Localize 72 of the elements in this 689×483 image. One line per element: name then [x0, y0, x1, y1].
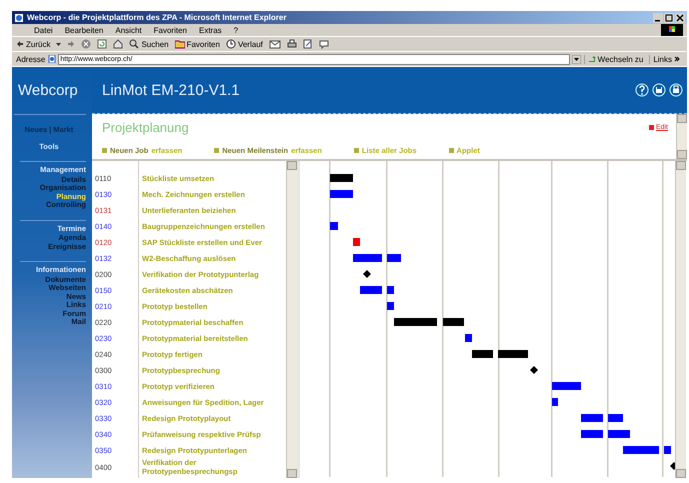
folder-icon — [174, 39, 185, 49]
gantt-bar — [608, 430, 630, 438]
gantt-bar — [330, 190, 353, 198]
menu-item[interactable]: Bearbeiten — [64, 26, 104, 34]
gantt-bar — [387, 254, 401, 262]
bullet-icon — [448, 148, 454, 153]
page-title: Projektplanung — [102, 120, 190, 135]
links-button[interactable]: Links — [649, 54, 683, 64]
browser-logo-icon — [14, 12, 24, 22]
bullet-icon — [102, 148, 107, 153]
menu-item[interactable]: Extras — [198, 26, 222, 34]
gantt-bar — [443, 318, 464, 326]
gantt-bar — [465, 334, 472, 342]
close-icon[interactable] — [675, 12, 685, 22]
gantt-bar — [387, 286, 394, 294]
site-logo[interactable]: Webcorp — [18, 82, 78, 99]
menu-item[interactable]: Ansicht — [115, 26, 142, 34]
address-label: Adresse — [16, 54, 46, 64]
go-arrow-icon — [588, 55, 596, 63]
gantt-bar — [360, 286, 382, 294]
page-icon — [48, 55, 56, 63]
milestone-marker — [530, 366, 538, 374]
gantt-bar — [581, 414, 603, 422]
chevron-icon — [674, 55, 680, 63]
print-icon[interactable] — [669, 83, 683, 97]
search-icon — [129, 39, 140, 49]
gantt-bar — [330, 222, 338, 230]
save-icon[interactable] — [652, 83, 666, 97]
home-icon[interactable] — [113, 39, 124, 49]
scrollbar[interactable] — [676, 114, 687, 159]
scrollbar[interactable] — [286, 161, 297, 478]
back-button[interactable]: Zurück — [16, 40, 50, 48]
edit-icon[interactable] — [302, 39, 313, 49]
scrollbar[interactable] — [675, 161, 686, 478]
discuss-icon[interactable] — [318, 39, 329, 49]
gantt-bar — [353, 238, 360, 246]
go-button[interactable]: Wechseln zu — [584, 54, 646, 64]
history-button[interactable]: Verlauf — [226, 39, 263, 49]
maximize-icon[interactable] — [664, 12, 674, 22]
help-icon[interactable] — [635, 83, 649, 97]
search-button[interactable]: Suchen — [129, 39, 169, 49]
forward-arrow-icon[interactable] — [67, 40, 76, 48]
gantt-bar — [394, 318, 437, 326]
menu-item[interactable]: ? — [234, 26, 238, 34]
caret-icon[interactable] — [56, 40, 62, 48]
print-icon[interactable] — [286, 39, 297, 49]
gantt-bar — [472, 350, 493, 358]
stop-icon[interactable] — [81, 39, 92, 49]
mail-icon[interactable] — [268, 39, 281, 49]
gantt-bar — [387, 302, 394, 310]
favorites-button[interactable]: Favoriten — [174, 39, 220, 49]
gantt-bar — [608, 414, 623, 422]
menu-item[interactable]: Favoriten — [154, 26, 187, 34]
bullet-icon — [214, 148, 220, 153]
minimize-icon[interactable] — [653, 12, 663, 22]
gantt-bar — [353, 254, 382, 262]
gantt-bar — [664, 446, 671, 454]
milestone-marker — [363, 270, 371, 278]
gantt-bar — [330, 174, 353, 182]
menu-item[interactable]: Datei — [34, 26, 53, 34]
dropdown-icon[interactable] — [572, 54, 581, 64]
gantt-bar — [623, 446, 659, 454]
gantt-bar — [552, 398, 558, 406]
project-title: LinMot EM-210-V1.1 — [102, 82, 241, 98]
back-arrow-icon — [16, 40, 24, 48]
gantt-bar — [581, 430, 603, 438]
bullet-icon — [354, 148, 359, 153]
windows-logo-icon — [661, 24, 683, 36]
gantt-bar — [498, 350, 528, 358]
gantt-bar — [552, 382, 581, 390]
refresh-icon[interactable] — [97, 39, 108, 49]
window-title: Webcorp - die Projektplattform des ZPA - Microsoft Internet Explorer — [27, 13, 288, 22]
